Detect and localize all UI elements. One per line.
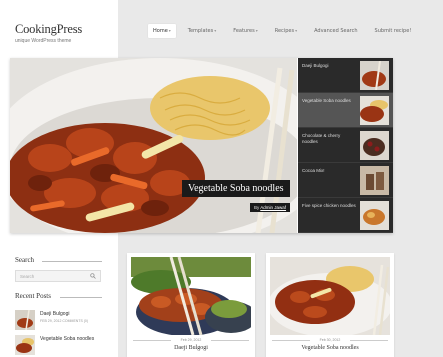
- divider: [350, 340, 388, 341]
- chevron-down-icon: ▾: [255, 28, 258, 33]
- nav-label: Submit recipe!: [374, 28, 412, 34]
- nav-label: Advanced Search: [314, 28, 358, 34]
- search-widget-title: Search: [15, 256, 35, 264]
- post-card[interactable]: Feb 29, 2012 Daeji Bulgogi: [127, 253, 255, 357]
- slider-thumb-cocoa-mix[interactable]: Cocoa Mix!: [298, 163, 393, 198]
- slider-thumb-chocolate-cherry[interactable]: Chocolate & cherry noodles: [298, 128, 393, 163]
- thumb-label: Five spice chicken noodles: [302, 203, 356, 208]
- site-name[interactable]: CookingPress: [15, 22, 82, 37]
- thumb-image: [360, 131, 389, 160]
- featured-slider: Daeji Bulgogi Vegetable Soba noodles Cho…: [10, 58, 393, 233]
- nav-label: Recipes: [274, 28, 295, 34]
- recent-post-title[interactable]: Vegetable Soba noodles: [40, 336, 105, 342]
- nav-item-templates[interactable]: Templates▾: [183, 24, 221, 38]
- post-card-title[interactable]: Vegetable Soba noodles: [266, 345, 394, 351]
- nav-item-advanced-search[interactable]: Advanced Search: [309, 24, 362, 38]
- nav-item-submit-recipe[interactable]: Submit recipe!: [370, 24, 417, 38]
- site-tagline: unique WordPress theme: [15, 38, 72, 44]
- thumb-label: Daeji Bulgogi: [302, 63, 329, 68]
- slider-thumb-vegetable-soba[interactable]: Vegetable Soba noodles: [298, 93, 393, 128]
- nav-item-home[interactable]: Home▾: [148, 24, 176, 38]
- featured-author: By Admin Jawaf: [250, 203, 291, 212]
- nav-label: Features: [233, 28, 255, 34]
- post-card-image[interactable]: [270, 257, 390, 335]
- thumb-label: Cocoa Mix!: [302, 168, 325, 173]
- site-logo[interactable]: CookingPress unique WordPress theme: [15, 22, 82, 44]
- thumb-image: [360, 96, 389, 125]
- nav-label: Templates: [187, 28, 214, 34]
- divider: [211, 340, 249, 341]
- recent-posts-title: Recent Posts: [15, 292, 51, 300]
- recent-post-meta: FEB 29, 2012 COMMENTS (0): [40, 319, 89, 323]
- recent-post-title[interactable]: Daeji Bulgogi: [40, 311, 105, 317]
- nav-item-features[interactable]: Features▾: [228, 24, 263, 38]
- chevron-down-icon: ▾: [295, 28, 298, 33]
- search-input[interactable]: Search: [15, 270, 101, 282]
- author-prefix: By: [254, 205, 260, 210]
- thumb-image: [360, 201, 389, 230]
- thumb-label: Vegetable Soba noodles: [302, 98, 351, 103]
- post-card[interactable]: Feb 30, 2012 Vegetable Soba noodles: [266, 253, 394, 357]
- author-link[interactable]: Admin Jawaf: [260, 205, 286, 210]
- post-card-title[interactable]: Daeji Bulgogi: [127, 345, 255, 351]
- search-icon[interactable]: [90, 273, 96, 279]
- page: CookingPress unique WordPress theme Home…: [0, 0, 443, 357]
- slider-thumb-five-spice[interactable]: Five spice chicken noodles: [298, 198, 393, 233]
- search-placeholder: Search: [20, 274, 35, 279]
- featured-title[interactable]: Vegetable Soba noodles: [182, 180, 290, 197]
- nav-label: Home: [153, 28, 168, 34]
- thumb-label: Chocolate & cherry noodles: [302, 133, 341, 144]
- divider: [42, 261, 102, 262]
- divider: [60, 297, 102, 298]
- thumb-image: [360, 61, 389, 90]
- nav-item-recipes[interactable]: Recipes▾: [270, 24, 302, 38]
- chevron-down-icon: ▾: [214, 28, 217, 33]
- slider-thumbnails: Daeji Bulgogi Vegetable Soba noodles Cho…: [298, 58, 393, 233]
- recent-post-item[interactable]: Vegetable Soba noodles: [15, 335, 105, 357]
- main-nav: Home▾ Templates▾ Features▾ Recipes▾ Adva…: [148, 24, 416, 38]
- chevron-down-icon: ▾: [168, 28, 171, 33]
- recent-post-thumbnail[interactable]: [15, 310, 35, 330]
- recent-post-thumbnail[interactable]: [15, 335, 35, 355]
- thumb-image: [360, 166, 389, 195]
- recent-post-item[interactable]: Daeji Bulgogi FEB 29, 2012 COMMENTS (0): [15, 310, 105, 332]
- slider-thumb-daeji-bulgogi[interactable]: Daeji Bulgogi: [298, 58, 393, 93]
- post-card-image[interactable]: [131, 257, 251, 335]
